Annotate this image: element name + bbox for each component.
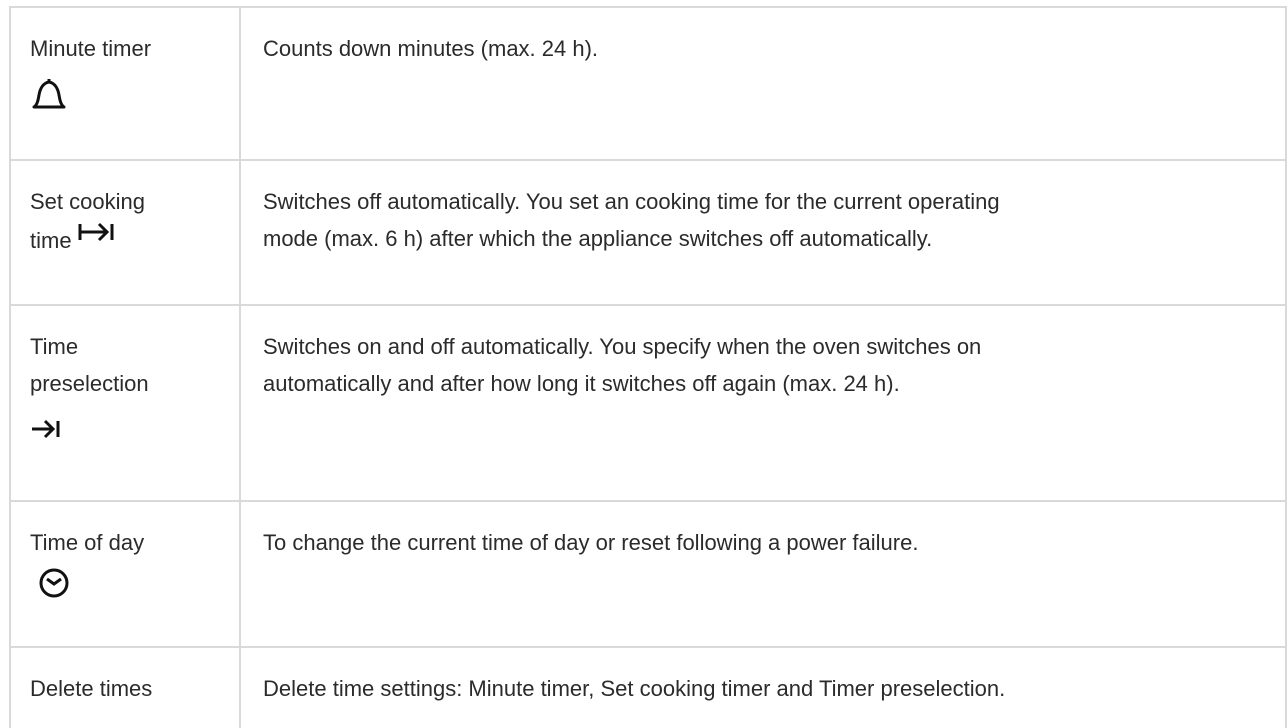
description-cell: Switches off automatically. You set an c… (241, 161, 1287, 304)
function-description-line-2: mode (max. 6 h) after which the applianc… (263, 226, 933, 251)
function-cell: Time of day (9, 502, 241, 646)
function-name: Delete times (30, 676, 153, 701)
function-cell: Set cooking time (9, 161, 241, 304)
function-cell: Delete times (9, 648, 241, 728)
cooking-time-icon (78, 222, 114, 242)
table-row: Minute timer Counts down minutes (max. 2… (9, 8, 1287, 161)
function-description: To change the current time of day or res… (263, 530, 919, 555)
function-description-line-1: Switches on and off automatically. You s… (263, 334, 982, 359)
table-row: Delete times Delete time settings: Minut… (9, 648, 1287, 728)
function-name-line-1: Set cooking (30, 189, 145, 214)
function-description: Delete time settings: Minute timer, Set … (263, 676, 1006, 701)
function-description: Counts down minutes (max. 24 h). (263, 36, 599, 61)
function-name-line-1: Time (30, 334, 79, 359)
description-cell: To change the current time of day or res… (241, 502, 1287, 646)
function-cell: Minute timer (9, 8, 241, 159)
function-name-line-2: preselection (30, 371, 149, 396)
table-row: Time of day To change the current time o… (9, 502, 1287, 648)
function-cell: Time preselection (9, 306, 241, 500)
clock-icon (38, 567, 239, 599)
table-row: Time preselection Switches on and off au… (9, 306, 1287, 502)
function-description-line-1: Switches off automatically. You set an c… (263, 189, 1000, 214)
description-cell: Delete time settings: Minute timer, Set … (241, 648, 1287, 728)
function-name: Time of day (30, 530, 145, 555)
description-cell: Counts down minutes (max. 24 h). (241, 8, 1287, 159)
function-name: Minute timer (30, 36, 152, 61)
description-cell: Switches on and off automatically. You s… (241, 306, 1287, 500)
function-description-line-2: automatically and after how long it swit… (263, 371, 900, 396)
table-row: Set cooking time Switches off automatica… (9, 161, 1287, 306)
preselection-arrow-icon (30, 418, 239, 440)
bell-icon (30, 77, 239, 111)
timer-functions-table: Minute timer Counts down minutes (max. 2… (9, 6, 1287, 728)
function-name-line-2: time (30, 228, 72, 253)
